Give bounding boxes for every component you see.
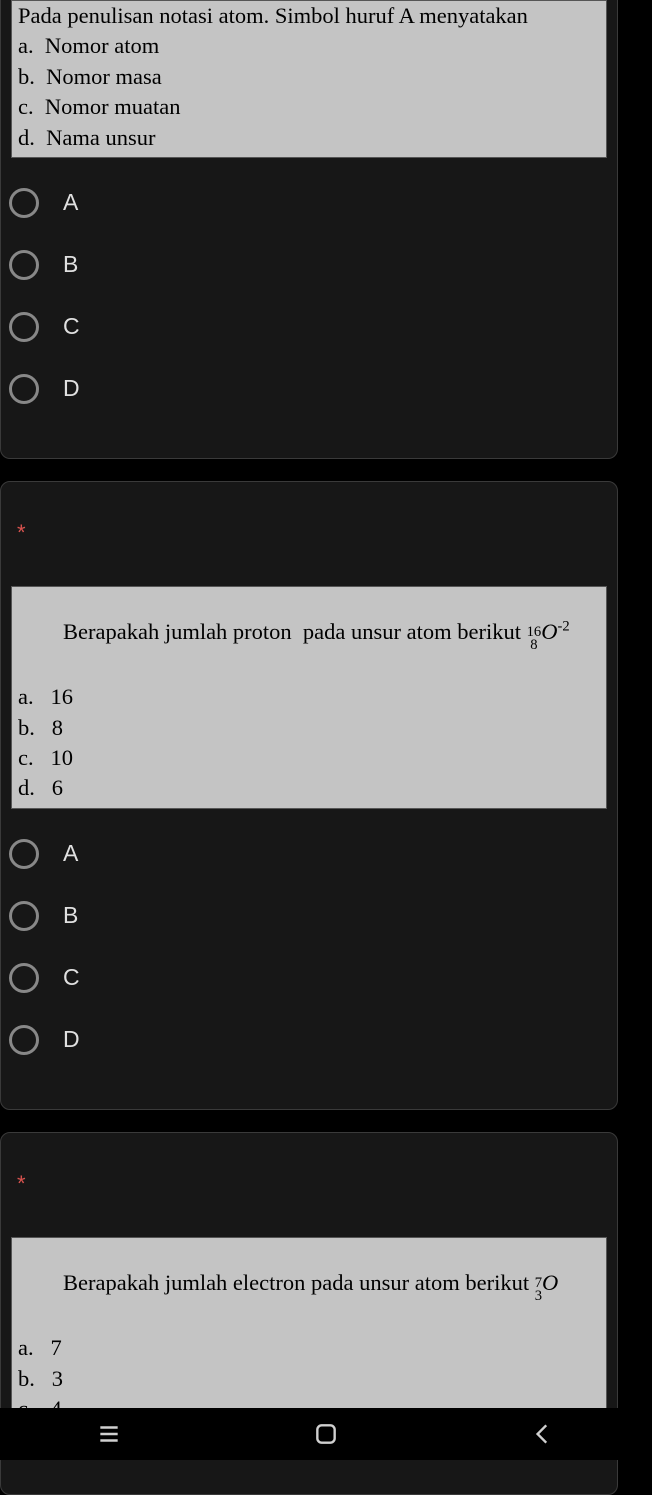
option-c[interactable]: C [9, 947, 609, 1009]
atom-mass-number: 168 [527, 626, 542, 652]
question-main: Berapakah jumlah proton pada unsur atom … [63, 619, 527, 644]
home-icon [313, 1421, 339, 1447]
question-text: d. Nama unsur [18, 123, 600, 153]
question-text: a. 7 [18, 1333, 600, 1363]
question-card: Pada penulisan notasi atom. Simbol huruf… [0, 0, 618, 459]
option-a[interactable]: A [9, 823, 609, 885]
option-label: D [63, 375, 80, 402]
atom-symbol: O [542, 1270, 558, 1295]
radio-icon [9, 374, 39, 404]
required-mark: * [1, 1133, 617, 1197]
question-card: * Berapakah jumlah proton pada unsur ato… [0, 481, 618, 1110]
option-label: B [63, 902, 78, 929]
radio-icon [9, 250, 39, 280]
option-d[interactable]: D [9, 1009, 609, 1071]
question-main: Berapakah jumlah electron pada unsur ato… [63, 1270, 535, 1295]
radio-icon [9, 963, 39, 993]
back-button[interactable] [483, 1414, 603, 1454]
option-b[interactable]: B [9, 885, 609, 947]
home-button[interactable] [266, 1414, 386, 1454]
options-group: A B C D [1, 158, 617, 420]
question-text: d. 6 [18, 773, 600, 803]
radio-icon [9, 312, 39, 342]
option-a[interactable]: A [9, 172, 609, 234]
question-image: Pada penulisan notasi atom. Simbol huruf… [11, 0, 607, 158]
atom-charge: -2 [557, 619, 569, 635]
option-label: D [63, 1026, 80, 1053]
question-text: b. 8 [18, 713, 600, 743]
option-c[interactable]: C [9, 296, 609, 358]
question-text: b. Nomor masa [18, 62, 600, 92]
atom-symbol: O [541, 619, 557, 644]
question-text: c. 10 [18, 743, 600, 773]
form-scroll-area[interactable]: Pada penulisan notasi atom. Simbol huruf… [0, 0, 618, 1495]
question-text: c. Nomor muatan [18, 92, 600, 122]
question-text: a. 16 [18, 682, 600, 712]
back-icon [530, 1421, 556, 1447]
question-text: Pada penulisan notasi atom. Simbol huruf… [18, 1, 600, 31]
question-text: a. Nomor atom [18, 31, 600, 61]
option-d[interactable]: D [9, 358, 609, 420]
recent-apps-button[interactable] [49, 1414, 169, 1454]
radio-icon [9, 188, 39, 218]
android-nav-bar [0, 1408, 652, 1460]
recent-apps-icon [96, 1421, 122, 1447]
atom-mass-number: 73 [535, 1277, 542, 1303]
option-label: C [63, 313, 80, 340]
required-mark: * [1, 482, 617, 546]
option-label: C [63, 964, 80, 991]
option-label: A [63, 189, 78, 216]
options-group: A B C D [1, 809, 617, 1071]
question-text: Berapakah jumlah proton pada unsur atom … [18, 587, 600, 682]
radio-icon [9, 839, 39, 869]
option-b[interactable]: B [9, 234, 609, 296]
option-label: A [63, 840, 78, 867]
question-text: b. 3 [18, 1364, 600, 1394]
radio-icon [9, 901, 39, 931]
question-image: Berapakah jumlah proton pada unsur atom … [11, 586, 607, 809]
question-text: Berapakah jumlah electron pada unsur ato… [18, 1238, 600, 1333]
option-label: B [63, 251, 78, 278]
radio-icon [9, 1025, 39, 1055]
